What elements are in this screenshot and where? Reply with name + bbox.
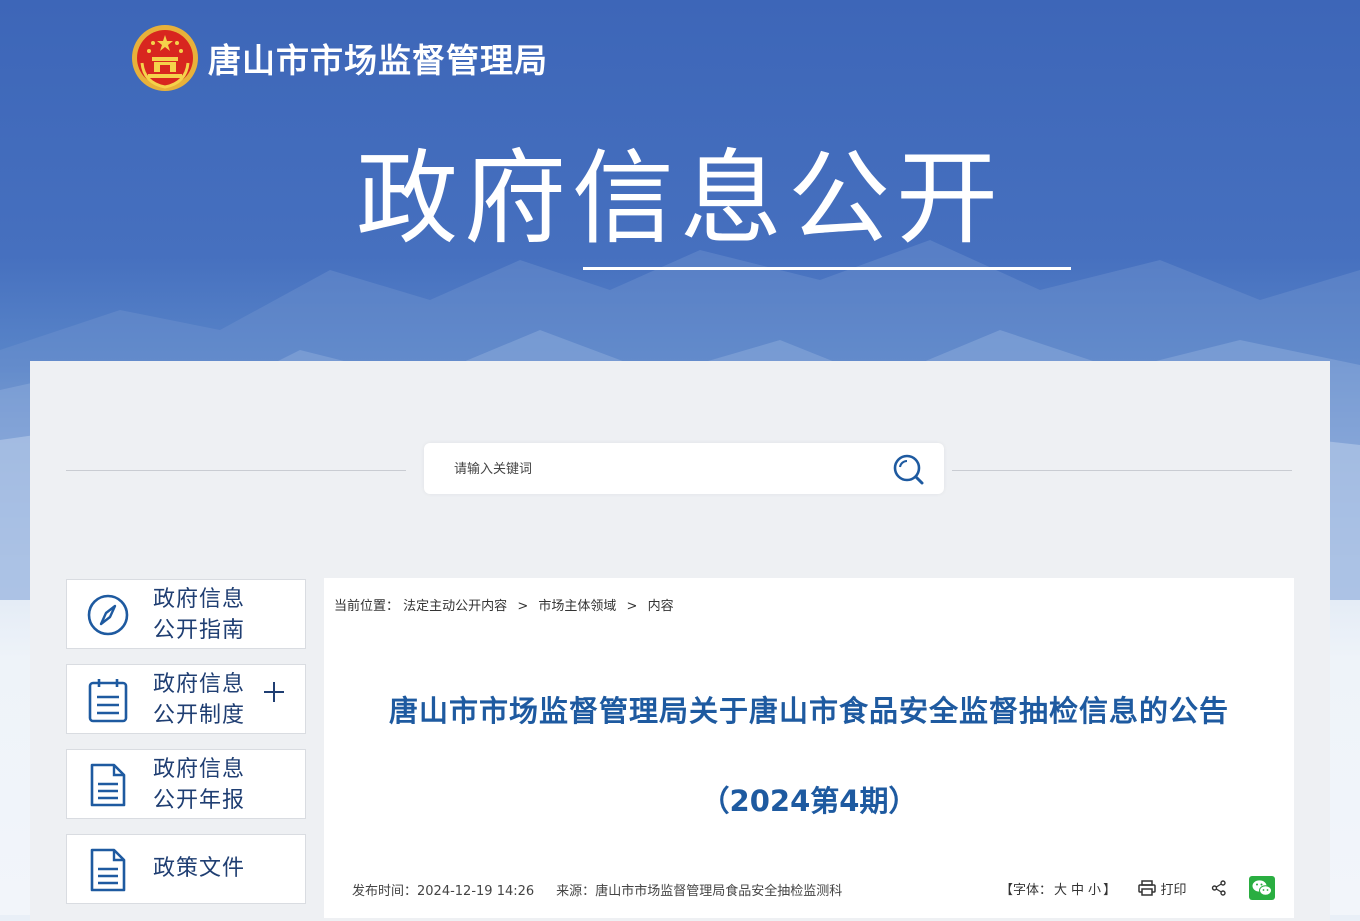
document-icon <box>90 763 126 807</box>
source-value: 唐山市市场监督管理局食品安全抽检监测科 <box>595 884 843 899</box>
share-icon[interactable] <box>1211 880 1227 896</box>
wechat-icon[interactable] <box>1249 876 1276 900</box>
breadcrumb-link[interactable]: 法定主动公开内容 <box>403 599 507 614</box>
breadcrumb-link[interactable]: 市场主体领域 <box>538 599 616 614</box>
publish-label: 发布时间： <box>352 884 418 899</box>
clipboard-icon <box>88 679 128 723</box>
font-size-small[interactable]: 小 <box>1088 879 1101 898</box>
document-icon <box>90 848 126 892</box>
publish-time: 2024-12-19 14:26 <box>417 884 535 899</box>
font-size-large[interactable]: 大 <box>1054 879 1067 898</box>
plus-icon[interactable] <box>263 681 285 703</box>
article-title: 唐山市市场监督管理局关于唐山市食品安全监督抽检信息的公告 <box>388 694 1229 728</box>
breadcrumb-current[interactable]: 内容 <box>648 599 674 614</box>
search-box <box>424 443 944 494</box>
font-size-medium[interactable]: 中 <box>1071 879 1084 898</box>
font-size-suffix: 】 <box>1103 882 1117 898</box>
breadcrumb-separator: > <box>517 599 529 614</box>
article-panel: 当前位置： 法定主动公开内容 > 市场主体领域 > 内容 唐山市市场监督管理局关… <box>324 578 1294 918</box>
search-icon[interactable] <box>890 452 926 486</box>
font-size-prefix: 【字体： <box>1000 882 1053 898</box>
print-label: 打印 <box>1160 882 1187 898</box>
hero-underline <box>583 267 1071 270</box>
search-divider-right <box>952 470 1292 471</box>
sidebar-item-label: 政府信息公开指南 <box>153 587 246 643</box>
breadcrumb-prefix: 当前位置： <box>334 599 400 614</box>
sidebar-item-disclosure-system[interactable]: 政府信息公开制度 <box>66 664 306 734</box>
site-name: 唐山市市场监督管理局 <box>208 41 548 80</box>
sidebar-item-label: 政府信息公开制度 <box>153 672 246 728</box>
sidebar-item-annual-report[interactable]: 政府信息公开年报 <box>66 749 306 819</box>
article-tools: 【字体：大中小】 打印 <box>1000 876 1276 900</box>
site-brand[interactable]: 唐山市市场监督管理局 <box>130 20 548 96</box>
source-label: 来源： <box>556 884 596 899</box>
hero-title: 政府信息公开 <box>356 140 1004 259</box>
breadcrumb-separator: > <box>626 599 638 614</box>
sidebar-item-policy-documents[interactable]: 政策文件 <box>66 834 306 904</box>
print-button[interactable]: 打印 <box>1138 879 1187 898</box>
article-subtitle: （2024第4期） <box>700 784 918 818</box>
search-input[interactable] <box>452 453 876 485</box>
breadcrumb: 当前位置： 法定主动公开内容 > 市场主体领域 > 内容 <box>334 595 674 614</box>
search-divider-left <box>66 470 406 471</box>
printer-icon <box>1138 880 1157 896</box>
compass-icon <box>87 594 129 636</box>
sidebar-item-disclosure-guide[interactable]: 政府信息公开指南 <box>66 579 306 649</box>
article-meta: 发布时间：2024-12-19 14:26 来源：唐山市市场监督管理局食品安全抽检… <box>352 880 842 899</box>
national-emblem-icon <box>132 25 198 91</box>
sidebar-item-label: 政府信息公开年报 <box>153 757 246 813</box>
sidebar-item-label: 政策文件 <box>153 856 246 881</box>
